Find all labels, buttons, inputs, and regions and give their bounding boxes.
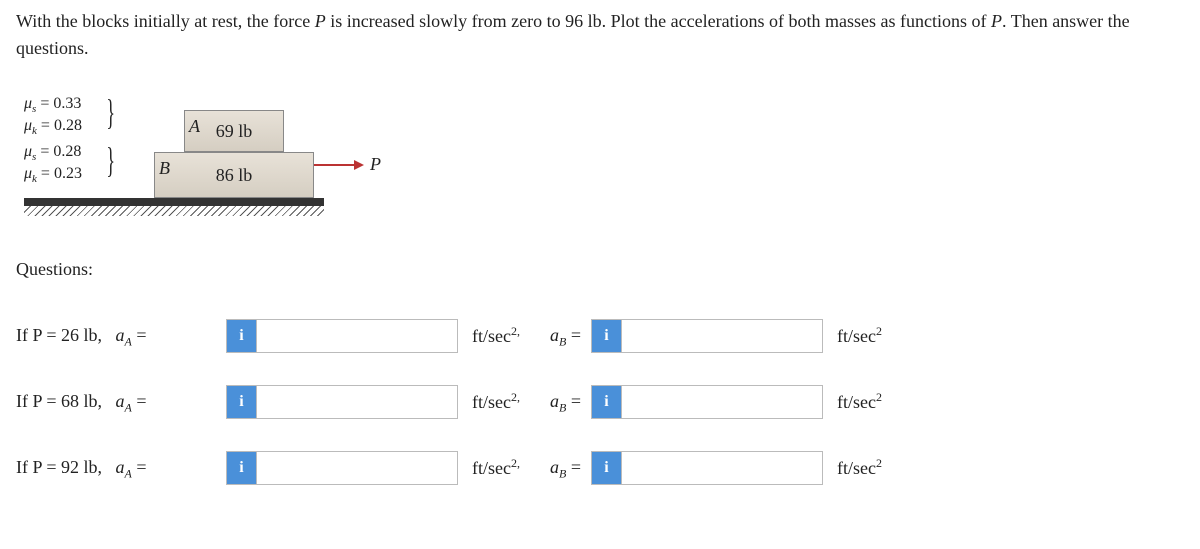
unit-label: ft/sec2 [837,454,882,482]
force-label: P [370,151,381,178]
input-aB-1[interactable]: i [591,319,823,353]
input-aA-3[interactable]: i [226,451,458,485]
p-condition: If P = 92 lb, [16,457,102,477]
info-icon[interactable]: i [592,320,622,352]
unit-label: ft/sec2 [837,388,882,416]
force-symbol-2: P [991,11,1002,31]
input-aA-1[interactable]: i [226,319,458,353]
block-b-label: B [159,155,170,182]
questions-heading: Questions: [16,256,1184,283]
force-symbol: P [315,11,326,31]
mu-values-block-a: μs = 0.33 μk = 0.28 } [24,94,82,139]
info-icon[interactable]: i [227,452,257,484]
answer-input-aB-1[interactable] [622,320,822,352]
answer-input-aA-3[interactable] [257,452,457,484]
problem-text-part2: is increased slowly from zero to 96 lb. … [326,11,991,31]
question-row: If P = 68 lb, aA = i ft/sec2, aB = i ft/… [16,385,1184,419]
input-aA-2[interactable]: i [226,385,458,419]
problem-text-part1: With the blocks initially at rest, the f… [16,11,315,31]
blocks-diagram: μs = 0.33 μk = 0.28 } μs = 0.28 μk = 0.2… [24,86,384,206]
ground-hatching [24,206,324,216]
info-icon[interactable]: i [592,386,622,418]
block-a: A 69 lb [184,110,284,152]
info-icon[interactable]: i [227,320,257,352]
p-condition: If P = 68 lb, [16,391,102,411]
problem-statement: With the blocks initially at rest, the f… [16,8,1184,62]
question-row: If P = 92 lb, aA = i ft/sec2, aB = i ft/… [16,451,1184,485]
mu-values-block-b: μs = 0.28 μk = 0.23 } [24,142,82,187]
unit-label: ft/sec2, [472,454,520,482]
answer-input-aB-2[interactable] [622,386,822,418]
ground-surface [24,198,324,206]
block-b-weight: 86 lb [216,162,253,189]
question-row: If P = 26 lb, aA = i ft/sec2, aB = i ft/… [16,319,1184,353]
block-a-label: A [189,113,200,140]
p-condition: If P = 26 lb, [16,325,102,345]
force-arrow: P [314,151,381,178]
input-aB-2[interactable]: i [591,385,823,419]
info-icon[interactable]: i [227,386,257,418]
answer-input-aA-2[interactable] [257,386,457,418]
block-a-weight: 69 lb [216,118,253,145]
unit-label: ft/sec2, [472,322,520,350]
info-icon[interactable]: i [592,452,622,484]
unit-label: ft/sec2 [837,322,882,350]
unit-label: ft/sec2, [472,388,520,416]
answer-input-aA-1[interactable] [257,320,457,352]
answer-input-aB-3[interactable] [622,452,822,484]
input-aB-3[interactable]: i [591,451,823,485]
block-b: B 86 lb [154,152,314,198]
